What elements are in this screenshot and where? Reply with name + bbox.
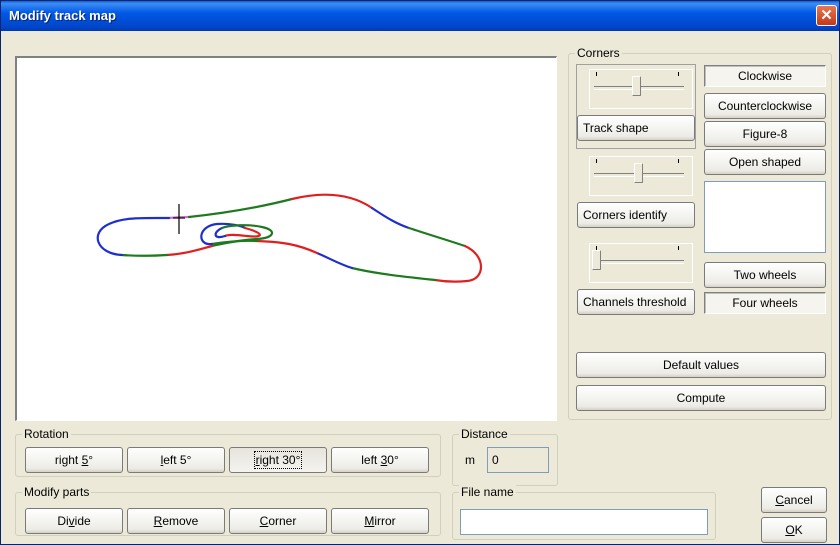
slider-tick	[596, 159, 597, 163]
track-shape-label: Track shape	[583, 121, 649, 135]
track-segment[interactable]	[255, 239, 319, 255]
accelerator-key: C	[775, 493, 784, 507]
remove-button[interactable]: Remove	[127, 508, 225, 534]
compute-button[interactable]: Compute	[576, 385, 826, 411]
rotate-right-30-button[interactable]: right 30°	[229, 447, 327, 473]
button-label: °	[88, 453, 94, 467]
figure-8-button[interactable]: Figure-8	[704, 121, 826, 147]
button-label: right	[54, 453, 82, 467]
modify-track-map-dialog: Modify track map ✕ Corners Track shape C…	[0, 0, 840, 545]
four-wheels-label: Four wheels	[732, 296, 798, 310]
channels-threshold-label: Channels threshold	[583, 295, 687, 309]
slider-tick	[678, 159, 679, 163]
default-values-button[interactable]: Default values	[576, 352, 826, 378]
modify-parts-group-label: Modify parts	[22, 485, 92, 499]
channels-threshold-button[interactable]: Channels threshold	[577, 289, 695, 315]
distance-unit: m	[465, 453, 475, 467]
rotation-group-label: Rotation	[22, 427, 71, 441]
rotate-left-30-button[interactable]: left 30°	[331, 447, 429, 473]
track-segment[interactable]	[290, 193, 374, 210]
two-wheels-label: Two wheels	[733, 268, 797, 282]
track-map-canvas[interactable]	[15, 56, 557, 421]
slider-thumb[interactable]	[632, 76, 641, 96]
button-label: ancel	[783, 493, 813, 507]
figure-8-label: Figure-8	[742, 127, 788, 141]
corner-button[interactable]: Corner	[229, 508, 327, 534]
close-icon[interactable]: ✕	[816, 5, 837, 26]
track-segment[interactable]	[214, 226, 227, 239]
counterclockwise-label: Counterclockwise	[717, 99, 813, 113]
button-label: eft 5°	[163, 453, 192, 467]
open-shaped-label: Open shaped	[728, 155, 802, 169]
two-wheels-button[interactable]: Two wheels	[704, 262, 826, 288]
window-title: Modify track map	[9, 8, 116, 23]
track-shape-slider[interactable]	[589, 69, 693, 109]
divide-button[interactable]: Divide	[25, 508, 123, 534]
ok-button[interactable]: OK	[761, 517, 827, 543]
title-bar[interactable]: Modify track map ✕	[1, 1, 839, 31]
four-wheels-toggle[interactable]: Four wheels	[704, 292, 826, 314]
slider-thumb[interactable]	[592, 250, 601, 270]
compute-label: Compute	[676, 391, 726, 405]
distance-group-label: Distance	[459, 427, 510, 441]
slider-tick	[596, 72, 597, 76]
track-segment[interactable]	[187, 197, 294, 219]
track-segment[interactable]	[370, 206, 411, 230]
cancel-button[interactable]: Cancel	[761, 487, 827, 513]
channels-threshold-slider[interactable]	[589, 243, 693, 283]
track-segment[interactable]	[223, 226, 261, 238]
focus-ring: right 30°	[253, 451, 303, 469]
clockwise-toggle[interactable]: Clockwise	[704, 65, 826, 87]
slider-track	[594, 260, 684, 264]
button-label: 0°	[387, 453, 399, 467]
track-segment[interactable]	[350, 266, 437, 282]
button-label: ight 30°	[259, 453, 301, 467]
button-label: orner	[268, 514, 297, 528]
accelerator-key: R	[153, 514, 163, 528]
corners-identify-label: Corners identify	[583, 208, 668, 222]
corners-identify-slider[interactable]	[589, 156, 693, 196]
button-label: K	[794, 523, 803, 537]
corners-identify-button[interactable]: Corners identify	[577, 202, 695, 228]
corners-group-label: Corners	[575, 46, 622, 60]
open-shaped-button[interactable]: Open shaped	[704, 149, 826, 175]
slider-tick	[678, 246, 679, 250]
mirror-button[interactable]: Mirror	[331, 508, 429, 534]
button-label: irror	[374, 514, 396, 528]
start-marker[interactable]	[173, 204, 185, 234]
track-segment[interactable]	[315, 251, 354, 270]
track-map-drawing	[96, 193, 482, 283]
track-shape-button[interactable]: Track shape	[577, 115, 695, 141]
counterclockwise-button[interactable]: Counterclockwise	[704, 93, 826, 119]
file-name-group-label: File name	[459, 485, 516, 499]
distance-value: 0	[487, 447, 549, 473]
default-values-label: Default values	[662, 358, 740, 372]
track-segment[interactable]	[120, 253, 169, 257]
track-segment[interactable]	[96, 216, 171, 257]
button-label: left	[361, 453, 381, 467]
track-segment[interactable]	[407, 226, 467, 248]
accelerator-key: M	[364, 514, 375, 528]
button-label: emove	[162, 514, 199, 528]
accelerator-key: O	[785, 523, 795, 537]
button-label: Di	[57, 514, 69, 528]
corners-info-box	[704, 181, 826, 253]
slider-tick	[678, 72, 679, 76]
track-segment[interactable]	[165, 244, 214, 257]
track-segment[interactable]	[433, 244, 482, 283]
slider-thumb[interactable]	[634, 163, 643, 183]
rotate-left-5-button[interactable]: left 5°	[127, 447, 225, 473]
clockwise-label: Clockwise	[737, 69, 792, 83]
button-label: ide	[74, 514, 91, 528]
rotate-right-5-button[interactable]: right 5°	[25, 447, 123, 473]
file-name-input[interactable]	[460, 509, 708, 535]
